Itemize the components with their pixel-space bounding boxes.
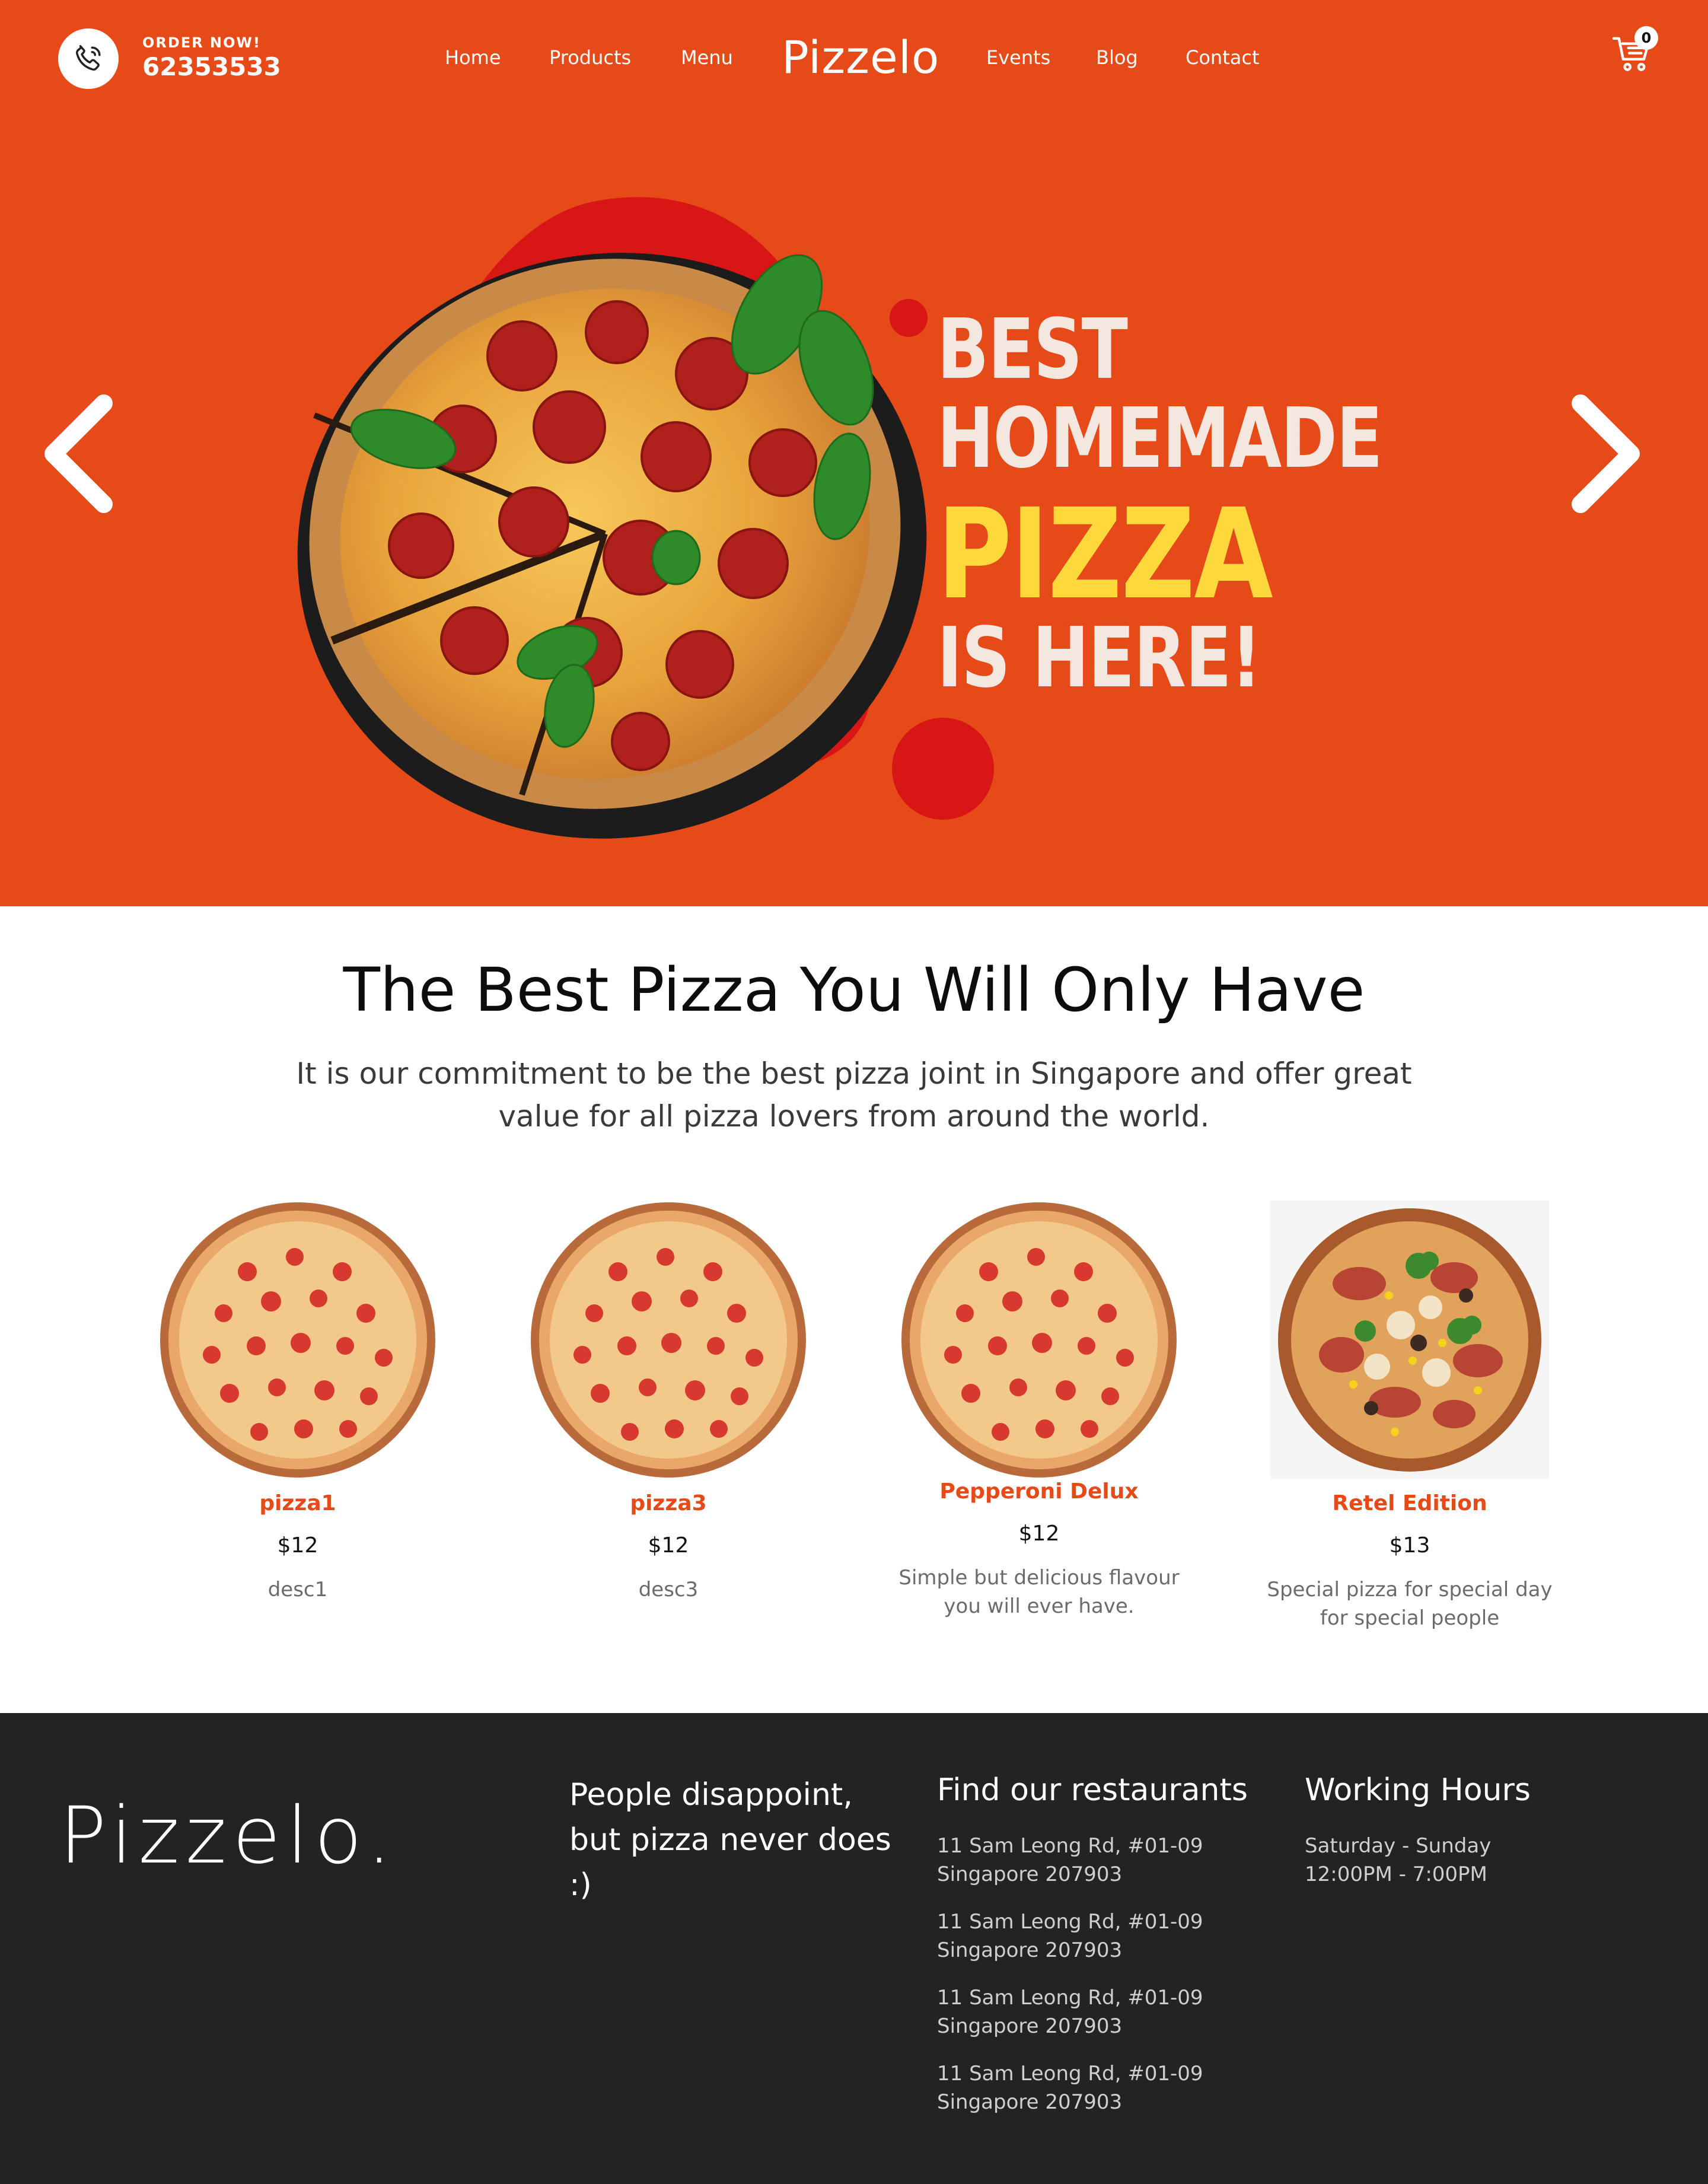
- product-price: $13: [1389, 1533, 1430, 1558]
- address-line: Singapore 207903: [937, 2014, 1123, 2038]
- nav-contact[interactable]: Contact: [1186, 46, 1260, 69]
- working-hours: Saturday - Sunday 12:00PM - 7:00PM: [1305, 1832, 1491, 1889]
- working-days: Saturday - Sunday: [1305, 1834, 1492, 1858]
- address-line: 11 Sam Leong Rd, #01-09: [937, 1834, 1203, 1858]
- product-card[interactable]: Retel Edition $13 Special pizza for spec…: [1261, 1201, 1558, 1632]
- working-time: 12:00PM - 7:00PM: [1305, 1863, 1487, 1886]
- chevron-left-icon[interactable]: [36, 386, 119, 522]
- product-name[interactable]: Pepperoni Delux: [891, 1479, 1187, 1504]
- order-phone-number[interactable]: 62353533: [142, 52, 281, 81]
- restaurant-address: 11 Sam Leong Rd, #01-09 Singapore 207903: [937, 1832, 1269, 1889]
- footer-tagline: People disappoint, but pizza never does …: [569, 1777, 891, 1903]
- product-name[interactable]: pizza3: [520, 1491, 817, 1516]
- product-description: Simple but delicious flavour you will ev…: [898, 1566, 1180, 1618]
- address-line: 11 Sam Leong Rd, #01-09: [937, 1910, 1203, 1934]
- product-image[interactable]: [158, 1201, 437, 1479]
- product-description: desc1: [267, 1578, 328, 1602]
- phone-icon[interactable]: [58, 28, 119, 89]
- address-line: Singapore 207903: [937, 2090, 1123, 2114]
- cart-count-badge: 0: [1634, 26, 1658, 50]
- product-price: $12: [1018, 1521, 1060, 1546]
- product-image[interactable]: [900, 1201, 1178, 1479]
- nav-menu[interactable]: Menu: [681, 46, 733, 69]
- restaurant-address: 11 Sam Leong Rd, #01-09 Singapore 207903: [937, 1984, 1269, 2040]
- nav-events[interactable]: Events: [986, 46, 1050, 69]
- product-price: $12: [277, 1533, 318, 1558]
- product-description: Special pizza for special day for specia…: [1267, 1578, 1553, 1630]
- nav-home[interactable]: Home: [445, 46, 501, 69]
- hero-line-homemade: HOMEMADE: [937, 390, 1383, 487]
- hero-line-best: BEST: [937, 301, 1128, 398]
- restaurant-address: 11 Sam Leong Rd, #01-09 Singapore 207903: [937, 2059, 1269, 2116]
- working-hours-heading: Working Hours: [1305, 1772, 1531, 1808]
- hero-line-pizza: PIZZA: [937, 482, 1273, 627]
- nav-products[interactable]: Products: [549, 46, 631, 69]
- hero-line-is-here: IS HERE!: [937, 610, 1262, 706]
- chevron-right-icon[interactable]: [1566, 386, 1649, 522]
- site-header: ORDER NOW! 62353533 Home Products Menu P…: [0, 0, 1708, 119]
- footer-brand-logo[interactable]: Pizzelo.: [59, 1790, 397, 1881]
- product-card[interactable]: pizza1 $12 desc1: [149, 1201, 446, 1604]
- section-description: It is our commitment to be the best pizz…: [296, 1056, 1412, 1134]
- hero-banner: ORDER NOW! 62353533 Home Products Menu P…: [0, 0, 1708, 906]
- brand-logo[interactable]: Pizzelo: [782, 31, 939, 84]
- product-name[interactable]: Retel Edition: [1261, 1491, 1558, 1516]
- order-now-label: ORDER NOW!: [142, 34, 261, 51]
- restaurants-heading: Find our restaurants: [937, 1772, 1248, 1808]
- hero-headline: BEST HOMEMADE PIZZA IS HERE!: [937, 301, 1383, 706]
- address-line: Singapore 207903: [937, 1863, 1123, 1886]
- nav-blog[interactable]: Blog: [1096, 46, 1138, 69]
- hero-pizza-image: [297, 197, 994, 839]
- address-line: 11 Sam Leong Rd, #01-09: [937, 2062, 1203, 2086]
- section-title: The Best Pizza You Will Only Have: [343, 955, 1365, 1026]
- product-card[interactable]: pizza3 $12 desc3: [520, 1201, 817, 1604]
- product-image[interactable]: [529, 1201, 808, 1479]
- address-line: Singapore 207903: [937, 1938, 1123, 1962]
- product-card[interactable]: Pepperoni Delux $12 Simple but delicious…: [891, 1201, 1187, 1621]
- site-footer: Pizzelo. People disappoint, but pizza ne…: [0, 1713, 1708, 2184]
- product-description: desc3: [638, 1578, 699, 1602]
- restaurant-address: 11 Sam Leong Rd, #01-09 Singapore 207903: [937, 1908, 1269, 1965]
- product-image[interactable]: [1270, 1201, 1549, 1479]
- address-line: 11 Sam Leong Rd, #01-09: [937, 1986, 1203, 2010]
- product-price: $12: [648, 1533, 689, 1558]
- product-name[interactable]: pizza1: [149, 1491, 446, 1516]
